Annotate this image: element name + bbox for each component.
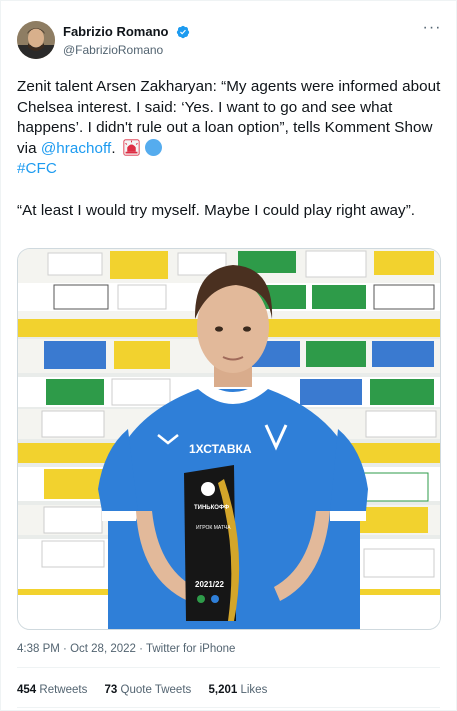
tweet-header: Fabrizio Romano @FabrizioRomano ··· [17, 19, 442, 63]
shirt-sponsor-text: 1ХСТАВКА [189, 442, 252, 456]
trophy-brand-text: ТИНЬКОФФ [194, 505, 229, 511]
tweet-date: Oct 28, 2022 [70, 643, 136, 655]
likes-stat[interactable]: 5,201 Likes [208, 684, 267, 696]
retweets-label: Retweets [39, 684, 88, 696]
meta-separator: · [59, 643, 71, 655]
player-with-award-photo: 1ХСТАВКА ТИНЬКОФФ ИГРОК МАТЧА 2021/22 [18, 249, 440, 629]
trophy-label-text: ИГРОК МАТЧА [196, 525, 231, 531]
likes-count: 5,201 [208, 684, 238, 696]
trophy-season-text: 2021/22 [195, 580, 224, 589]
siren-emoji-icon [123, 138, 140, 156]
tweet-timestamp[interactable]: 4:38 PM · Oct 28, 2022 · Twitter for iPh… [17, 643, 235, 655]
tweet-paragraph-2: “At least I would try myself. Maybe I co… [17, 201, 416, 219]
verified-badge-icon [176, 25, 190, 38]
tweet-paragraph-1: Zenit talent Arsen Zakharyan: “My agents… [17, 77, 445, 180]
author-avatar[interactable] [17, 21, 55, 59]
quote-tweets-stat[interactable]: 73 Quote Tweets [105, 684, 192, 696]
tweet-time: 4:38 PM [17, 643, 60, 655]
divider [17, 667, 440, 668]
divider [17, 707, 440, 708]
tweet-photo[interactable]: 1ХСТАВКА ТИНЬКОФФ ИГРОК МАТЧА 2021/22 [17, 248, 441, 630]
likes-label: Likes [240, 684, 268, 696]
mention-link[interactable]: @hrachoff [41, 140, 111, 157]
blue-circle-emoji-icon [144, 138, 162, 156]
tweet-text-part2: . [111, 139, 120, 157]
award-trophy: ТИНЬКОФФ ИГРОК МАТЧА 2021/22 [184, 465, 240, 621]
tweet-text: Zenit talent Arsen Zakharyan: “My agents… [17, 77, 445, 242]
author-name-block: Fabrizio Romano @FabrizioRomano [63, 23, 190, 58]
author-handle[interactable]: @FabrizioRomano [63, 42, 190, 58]
tweet-card: Fabrizio Romano @FabrizioRomano ··· Zeni… [0, 0, 457, 711]
tweet-stats: 454 Retweets 73 Quote Tweets 5,201 Likes [17, 684, 281, 696]
tweet-client[interactable]: Twitter for iPhone [146, 643, 235, 655]
more-options-icon[interactable]: ··· [422, 20, 442, 39]
retweets-stat[interactable]: 454 Retweets [17, 684, 87, 696]
author-display-name[interactable]: Fabrizio Romano [63, 24, 168, 40]
avatar-image [17, 21, 55, 59]
quote-tweets-count: 73 [104, 684, 118, 696]
hashtag-link[interactable]: #CFC [17, 160, 57, 177]
retweets-count: 454 [17, 684, 37, 696]
quote-tweets-label: Quote Tweets [120, 684, 192, 696]
meta-separator: · [135, 643, 146, 655]
